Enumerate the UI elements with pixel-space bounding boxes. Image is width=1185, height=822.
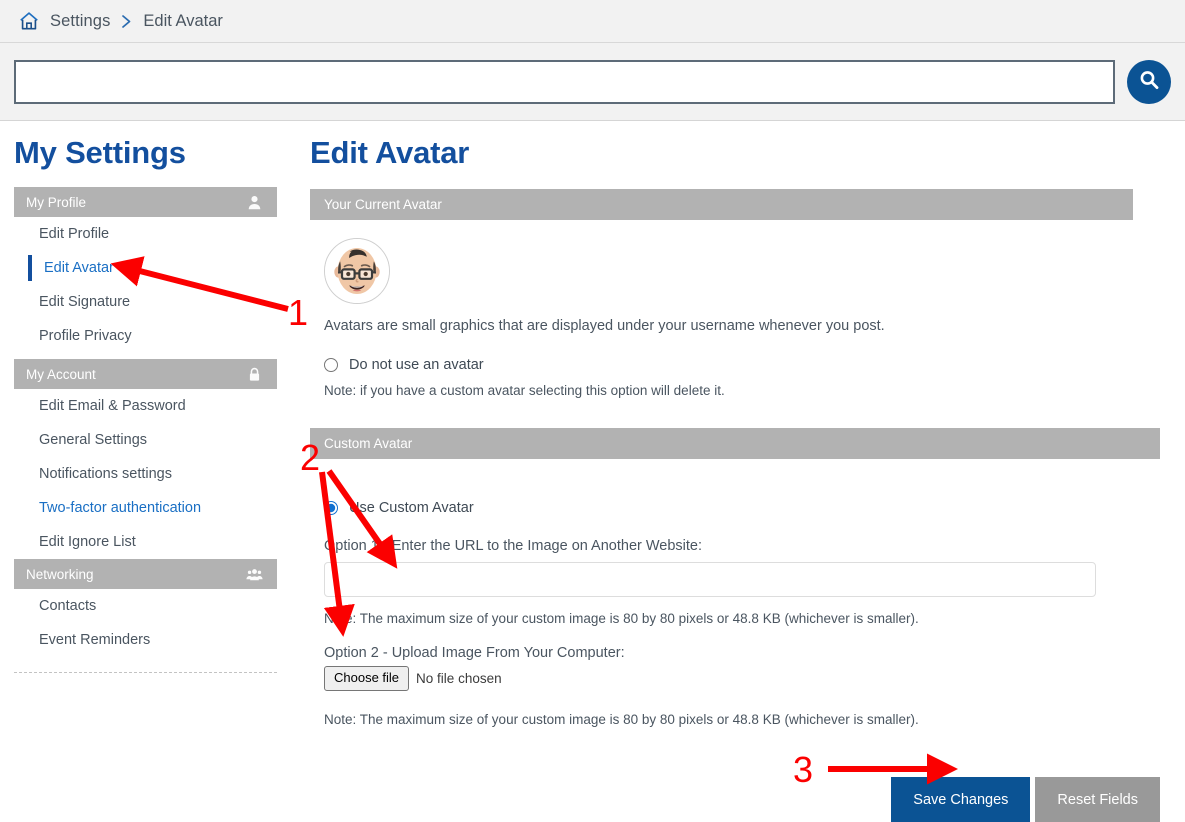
sidebar-group-header-my-profile: My Profile <box>14 187 277 217</box>
people-group-icon <box>246 566 263 583</box>
choose-file-button[interactable]: Choose file <box>324 666 410 692</box>
avatar-description: Avatars are small graphics that are disp… <box>324 318 885 334</box>
sidebar-divider <box>14 672 277 673</box>
sidebar-nav-my-account: Edit Email & Password General Settings N… <box>14 389 277 559</box>
sidebar-item-edit-signature[interactable]: Edit Signature <box>14 285 277 319</box>
home-icon[interactable] <box>18 10 40 32</box>
panel-header-current-avatar: Your Current Avatar <box>310 189 1133 220</box>
sidebar-group-label: My Account <box>26 366 96 382</box>
sidebar-item-event-reminders[interactable]: Event Reminders <box>14 623 277 657</box>
sidebar-item-general-settings[interactable]: General Settings <box>14 423 277 457</box>
breadcrumb-item-edit-avatar: Edit Avatar <box>143 11 223 30</box>
panel-header-custom-avatar: Custom Avatar <box>310 428 1160 460</box>
sidebar-nav-networking: Contacts Event Reminders <box>14 589 277 657</box>
sidebar-item-two-factor-authentication[interactable]: Two-factor authentication <box>14 491 277 525</box>
main-content: Edit Avatar Your Current Avatar Avatars … <box>290 121 1185 822</box>
file-status-text: No file chosen <box>416 671 502 687</box>
sidebar-nav-my-profile: Edit Profile Edit Avatar Edit Signature … <box>14 217 277 353</box>
no-avatar-option-row: Do not use an avatar <box>324 357 1160 373</box>
no-avatar-label[interactable]: Do not use an avatar <box>349 357 484 373</box>
sidebar-item-edit-avatar[interactable]: Edit Avatar <box>14 251 277 285</box>
sidebar-item-contacts[interactable]: Contacts <box>14 589 277 623</box>
page-layout: My Settings My Profile Edit Profile Edit… <box>0 121 1185 822</box>
search-icon <box>1137 68 1161 95</box>
option2-note: Note: The maximum size of your custom im… <box>324 712 919 728</box>
use-custom-avatar-label[interactable]: Use Custom Avatar <box>349 500 474 516</box>
option1-label: Option 1 - Enter the URL to the Image on… <box>324 538 703 555</box>
search-input[interactable] <box>14 59 1115 104</box>
option1-note: Note: The maximum size of your custom im… <box>324 611 919 627</box>
use-custom-avatar-radio[interactable] <box>324 501 338 516</box>
page-title: Edit Avatar <box>310 135 470 170</box>
sidebar-item-edit-email-password[interactable]: Edit Email & Password <box>14 389 277 423</box>
sidebar-group-label: My Profile <box>26 194 87 210</box>
search-button[interactable] <box>1127 59 1171 104</box>
sidebar-item-profile-privacy[interactable]: Profile Privacy <box>14 319 277 353</box>
lock-icon <box>246 366 263 383</box>
sidebar-item-edit-ignore-list[interactable]: Edit Ignore List <box>14 525 277 559</box>
file-upload-row: Choose file No file chosen <box>324 666 1160 692</box>
sidebar-item-edit-profile[interactable]: Edit Profile <box>14 217 277 251</box>
user-icon <box>246 194 263 211</box>
sidebar-group-header-networking: Networking <box>14 559 277 589</box>
no-avatar-radio[interactable] <box>324 358 338 373</box>
panel-body-current-avatar: Avatars are small graphics that are disp… <box>310 220 1160 398</box>
breadcrumb-item-settings[interactable]: Settings <box>50 12 110 31</box>
use-custom-avatar-option-row: Use Custom Avatar <box>324 500 1160 516</box>
sidebar-group-label: Networking <box>26 566 94 582</box>
breadcrumb: Settings Edit Avatar <box>0 0 1185 43</box>
sidebar-item-notifications-settings[interactable]: Notifications settings <box>14 457 277 491</box>
option2-label: Option 2 - Upload Image From Your Comput… <box>324 645 625 662</box>
sidebar-title: My Settings <box>14 135 186 170</box>
sidebar-group-header-my-account: My Account <box>14 359 277 389</box>
search-bar <box>0 43 1185 121</box>
sidebar: My Settings My Profile Edit Profile Edit… <box>0 121 290 673</box>
panel-body-custom-avatar: Use Custom Avatar Option 1 - Enter the U… <box>310 459 1160 822</box>
avatar <box>324 238 390 304</box>
chevron-right-icon <box>120 14 133 29</box>
avatar-url-input[interactable] <box>324 562 1096 598</box>
no-avatar-note: Note: if you have a custom avatar select… <box>324 383 725 399</box>
